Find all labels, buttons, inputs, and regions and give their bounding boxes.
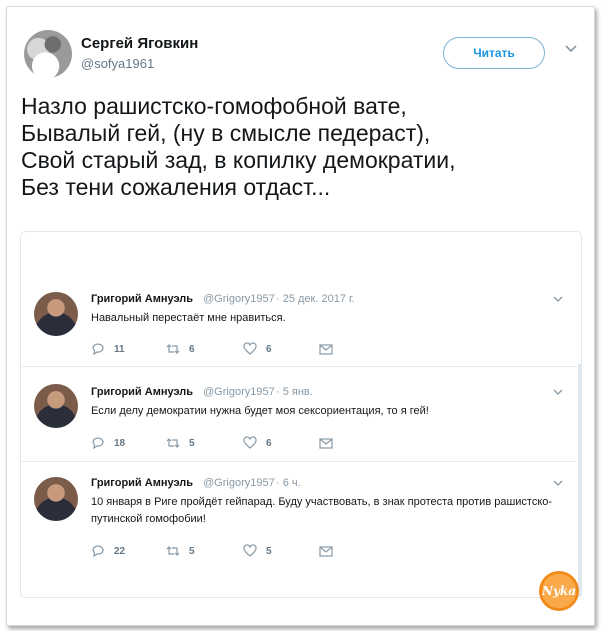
tweet-line: Бывалый гей, (ну в смысле педераст), <box>21 120 431 146</box>
follow-button[interactable]: Читать <box>443 37 545 69</box>
reply-handle[interactable]: @Grigory1957 <box>203 477 275 489</box>
avatar[interactable] <box>34 384 78 428</box>
author-name[interactable]: Сергей Яговкин <box>81 35 198 52</box>
reply-action[interactable]: 22 <box>91 544 125 558</box>
reply-text: 10 января в Риге пройдёт гейпарад. Буду … <box>91 496 553 525</box>
reply-count: 18 <box>114 437 126 449</box>
reply-count: 11 <box>114 343 125 355</box>
embedded-thread[interactable]: Григорий Амнуэль @Grigory1957 · 25 дек. … <box>20 231 582 598</box>
watermark-text: Nyka <box>541 584 577 598</box>
envelope-icon <box>319 546 333 557</box>
reply-text: Навальный перестаёт мне нравиться. <box>91 312 286 324</box>
retweet-icon <box>166 438 180 448</box>
reply-icon <box>92 343 104 356</box>
reply-count: 22 <box>114 545 126 557</box>
heart-icon <box>243 544 257 557</box>
chevron-down-icon[interactable] <box>553 296 563 303</box>
heart-icon <box>243 436 257 449</box>
dm-action[interactable] <box>319 342 333 356</box>
reply-author-name[interactable]: Григорий Амнуэль <box>91 293 193 305</box>
divider <box>21 461 577 462</box>
avatar[interactable] <box>34 477 78 521</box>
reply-time[interactable]: · 5 янв. <box>276 386 313 398</box>
heart-icon <box>243 342 257 355</box>
chevron-down-icon[interactable] <box>564 44 578 54</box>
like-count: 6 <box>266 343 272 355</box>
reply-action[interactable]: 18 <box>91 436 125 450</box>
retweet-count: 5 <box>189 437 195 449</box>
like-count: 5 <box>266 545 272 557</box>
reply-handle[interactable]: @Grigory1957 <box>203 293 275 305</box>
retweet-action[interactable]: 5 <box>166 436 195 450</box>
author-avatar[interactable] <box>24 30 72 78</box>
retweet-count: 5 <box>189 545 195 557</box>
dm-action[interactable] <box>319 544 333 558</box>
like-action[interactable]: 6 <box>243 342 272 356</box>
tweet-line: Без тени сожаления отдаст... <box>21 174 331 200</box>
reply-text: Если делу демократии нужна будет моя сек… <box>91 405 429 417</box>
dm-action[interactable] <box>319 436 333 450</box>
reply-author-name[interactable]: Григорий Амнуэль <box>91 477 193 489</box>
like-action[interactable]: 6 <box>243 436 272 450</box>
reply-action[interactable]: 11 <box>91 342 125 356</box>
like-action[interactable]: 5 <box>243 544 272 558</box>
retweet-icon <box>166 546 180 556</box>
retweet-count: 6 <box>189 343 195 355</box>
reply-handle[interactable]: @Grigory1957 <box>203 386 275 398</box>
reply-time[interactable]: · 25 дек. 2017 г. <box>276 293 355 305</box>
chevron-down-icon[interactable] <box>553 389 563 396</box>
like-count: 6 <box>266 437 272 449</box>
envelope-icon <box>319 438 333 449</box>
chevron-down-icon[interactable] <box>553 480 563 487</box>
reply-icon <box>92 437 104 450</box>
reply-time[interactable]: · 6 ч. <box>276 477 301 489</box>
tweet-line: Свой старый зад, в копилку демократии, <box>21 147 456 173</box>
reply-author-name[interactable]: Григорий Амнуэль <box>91 386 193 398</box>
thread-line <box>578 364 581 597</box>
retweet-action[interactable]: 5 <box>166 544 195 558</box>
watermark-logo: Nyka <box>539 571 579 611</box>
envelope-icon <box>319 344 333 355</box>
retweet-action[interactable]: 6 <box>166 342 195 356</box>
tweet-line: Назло рашистско-гомофобной вате, <box>21 93 407 119</box>
divider <box>21 366 577 367</box>
tweet-text: Назло рашистско-гомофобной вате, Бывалый… <box>21 93 581 201</box>
reply-icon <box>92 545 104 558</box>
avatar[interactable] <box>34 292 78 336</box>
retweet-icon <box>166 344 180 354</box>
author-handle[interactable]: @sofya1961 <box>81 56 154 71</box>
